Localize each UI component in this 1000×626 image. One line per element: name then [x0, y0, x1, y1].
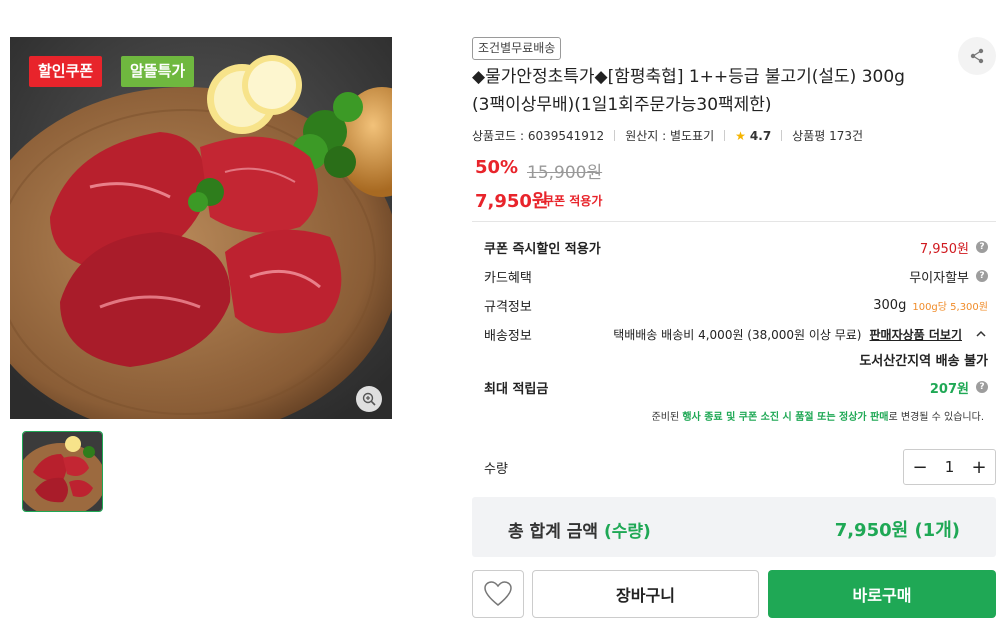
title-line-1: ◆물가안정초특가◆[함평축협] 1++등급 불고기(설도) 300g: [472, 67, 905, 87]
product-main-image[interactable]: 할인쿠폰 알뜰특가: [10, 37, 392, 419]
notice-highlight: 행사 종료 및 쿠폰 소진 시 품절 또는 정상가 판매: [682, 412, 889, 423]
points-value: 207원: [929, 381, 969, 397]
seller-products-link[interactable]: 판매자상품 더보기: [870, 326, 963, 343]
thumbnail-image: [23, 432, 102, 511]
spec-row: 규격정보 300g 100g당 5,300원: [484, 294, 988, 316]
quantity-stepper: − 1 +: [903, 449, 996, 485]
card-benefit-value: 무이자할부: [909, 270, 969, 286]
delivery-row: 배송정보 택배배송 배송비 4,000원 (38,000원 이상 무료) 판매자…: [484, 323, 988, 345]
notice-text: 로 변경될 수 있습니다.: [888, 412, 984, 423]
total-label: 총 합계 금액 (수량): [508, 517, 651, 542]
spec-value: 300g: [873, 297, 907, 313]
discount-rate: 50%: [475, 157, 519, 178]
coupon-discount-value: 7,950원: [919, 241, 969, 257]
card-benefit-row: 카드혜택 무이자할부 ?: [484, 265, 988, 287]
original-price: 15,900원: [527, 163, 603, 183]
quantity-value[interactable]: 1: [945, 458, 955, 476]
total-label-sub: (수량): [603, 522, 651, 542]
divider: [781, 130, 783, 141]
coupon-price-note: 쿠폰 적용가: [543, 194, 603, 208]
chevron-up-icon[interactable]: [974, 327, 988, 341]
product-meta: 상품코드 : 6039541912 원산지 : 별도표기 ★ 4.7 상품평 1…: [472, 127, 863, 144]
product-title: ◆물가안정초특가◆[함평축협] 1++등급 불고기(설도) 300g (3팩이상…: [472, 63, 942, 119]
divider: [614, 130, 616, 141]
quantity-decrease-button[interactable]: −: [912, 457, 928, 478]
coupon-badge: 할인쿠폰: [29, 56, 103, 87]
remote-area-row: 도서산간지역 배송 불가: [484, 348, 988, 370]
points-label: 최대 적립금: [484, 381, 549, 397]
heart-icon: [484, 581, 512, 606]
divider: [724, 130, 726, 141]
star-icon: ★: [735, 128, 746, 143]
deal-badge: 알뜰특가: [121, 56, 195, 87]
beef-photo: [10, 37, 392, 419]
rating-value: 4.7: [749, 128, 772, 143]
coupon-discount-row: 쿠폰 즉시할인 적용가 7,950원 ?: [484, 236, 988, 258]
product-thumbnail[interactable]: [22, 431, 103, 512]
card-benefit-label: 카드혜택: [484, 270, 532, 286]
product-code: 상품코드 : 6039541912: [472, 129, 605, 143]
total-summary: 총 합계 금액 (수량) 7,950원 (1개): [472, 497, 996, 557]
coupon-discount-label: 쿠폰 즉시할인 적용가: [484, 241, 601, 257]
total-label-text: 총 합계 금액: [508, 522, 599, 542]
notice-text: 준비된: [651, 412, 683, 423]
sale-price: 7,950원: [475, 191, 549, 212]
delivery-label: 배송정보: [484, 328, 532, 344]
price-change-notice: 준비된 행사 종료 및 쿠폰 소진 시 품절 또는 정상가 판매로 변경될 수 …: [652, 408, 984, 423]
help-icon[interactable]: ?: [976, 381, 988, 393]
add-to-cart-button[interactable]: 장바구니: [532, 570, 759, 618]
origin: 원산지 : 별도표기: [625, 129, 715, 143]
zoom-in-icon: [362, 392, 376, 406]
quantity-label: 수량: [484, 462, 508, 477]
share-icon: [970, 48, 984, 64]
help-icon[interactable]: ?: [976, 270, 988, 282]
shipping-tag: 조건별무료배송: [472, 37, 562, 60]
buy-now-button[interactable]: 바로구매: [768, 570, 996, 618]
wishlist-button[interactable]: [472, 570, 524, 618]
remote-area-note: 도서산간지역 배송 불가: [859, 353, 988, 369]
delivery-value: 택배배송 배송비 4,000원 (38,000원 이상 무료): [613, 327, 862, 342]
help-icon[interactable]: ?: [976, 241, 988, 253]
unit-price: 100g당 5,300원: [912, 301, 988, 313]
share-button[interactable]: [958, 37, 996, 75]
title-line-2: (3팩이상무배)(1일1회주문가능30팩제한): [472, 95, 772, 115]
points-row: 최대 적립금 207원 ?: [484, 376, 988, 398]
quantity-increase-button[interactable]: +: [971, 457, 987, 478]
spec-label: 규격정보: [484, 299, 532, 315]
total-price: 7,950원 (1개): [834, 520, 960, 541]
zoom-button[interactable]: [356, 386, 382, 412]
divider: [472, 221, 996, 222]
review-count-link[interactable]: 상품평 173건: [792, 127, 863, 144]
